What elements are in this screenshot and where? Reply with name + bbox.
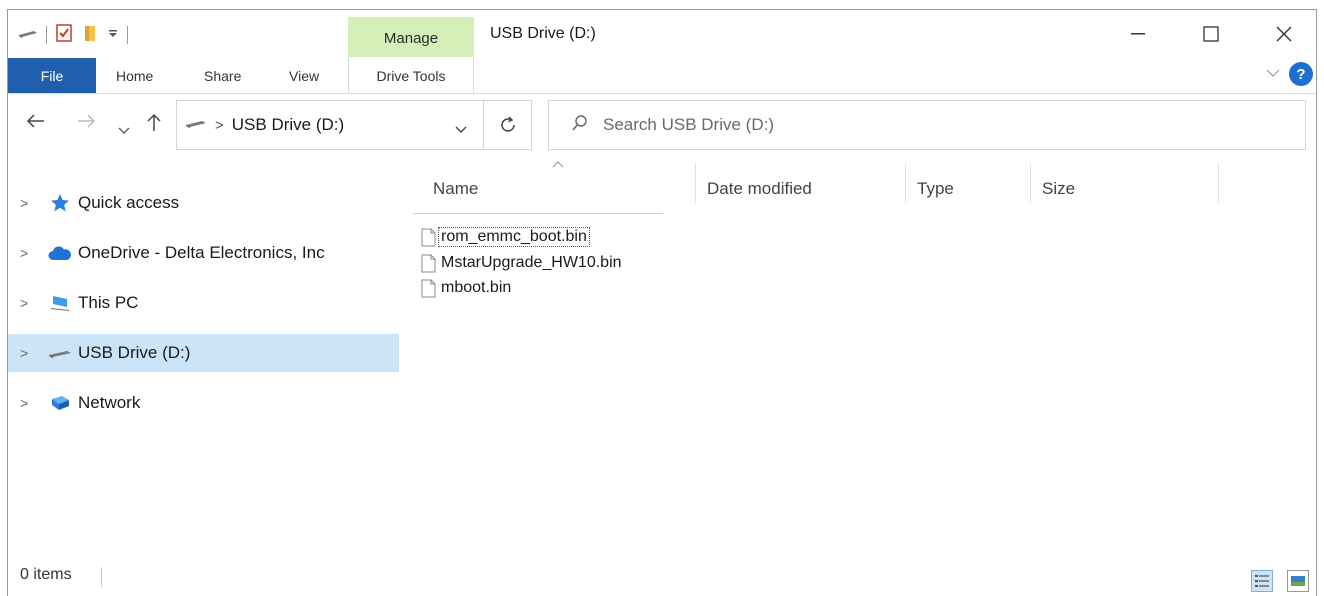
toolbar-divider <box>127 26 128 44</box>
cloud-icon <box>48 243 72 263</box>
large-icons-view-icon <box>1291 576 1305 586</box>
sidebar-item-label: Quick access <box>78 193 180 212</box>
customize-toolbar-icon[interactable] <box>107 26 119 44</box>
column-header-type[interactable]: Type <box>917 163 954 215</box>
sidebar-item-this-pc[interactable]: > This PC <box>8 284 399 322</box>
star-icon <box>48 193 72 213</box>
file-name: mboot.bin <box>441 279 512 296</box>
status-divider <box>101 567 102 587</box>
address-dropdown-icon[interactable] <box>455 121 467 139</box>
drive-icon <box>48 343 72 363</box>
column-header-date-modified[interactable]: Date modified <box>707 163 812 215</box>
network-icon <box>48 393 72 413</box>
sidebar-item-onedrive[interactable]: > OneDrive - Delta Electronics, Inc <box>8 234 399 272</box>
minimize-button[interactable] <box>1116 18 1160 50</box>
file-name: MstarUpgrade_HW10.bin <box>441 254 622 271</box>
tab-drive-tools[interactable]: Drive Tools <box>348 58 474 93</box>
sidebar-item-label: This PC <box>78 293 139 312</box>
sidebar-item-usb-drive[interactable]: > USB Drive (D:) <box>8 334 399 372</box>
column-divider[interactable] <box>695 163 696 203</box>
expand-chevron-icon[interactable]: > <box>20 395 38 411</box>
toolbar-divider <box>46 26 47 44</box>
breadcrumb[interactable]: USB Drive (D:) <box>232 115 344 135</box>
drive-icon <box>185 116 207 134</box>
sidebar-item-quick-access[interactable]: > Quick access <box>8 184 399 222</box>
tab-file[interactable]: File <box>8 58 96 93</box>
drive-icon[interactable] <box>18 26 38 44</box>
column-divider[interactable] <box>1030 163 1031 203</box>
tab-share[interactable]: Share <box>204 58 241 93</box>
properties-icon[interactable] <box>55 23 73 47</box>
sidebar-item-label: Network <box>78 393 141 412</box>
details-view-icon <box>1255 575 1269 587</box>
file-name: rom_emmc_boot.bin <box>438 227 590 247</box>
address-bar[interactable]: > USB Drive (D:) <box>176 100 484 150</box>
tab-view[interactable]: View <box>289 58 319 93</box>
file-row[interactable]: MstarUpgrade_HW10.bin <box>421 251 622 275</box>
sidebar-item-label: OneDrive - Delta Electronics, Inc <box>78 243 325 262</box>
window-title: USB Drive (D:) <box>490 25 596 42</box>
back-button[interactable] <box>26 112 46 135</box>
up-button[interactable] <box>146 112 162 138</box>
status-item-count: 0 items <box>20 566 72 583</box>
tab-manage[interactable]: Manage <box>348 17 474 57</box>
details-view-button[interactable] <box>1251 570 1273 592</box>
maximize-button[interactable] <box>1189 18 1233 50</box>
search-input[interactable]: Search USB Drive (D:) <box>603 115 774 135</box>
expand-chevron-icon[interactable]: > <box>20 295 38 311</box>
expand-chevron-icon[interactable]: > <box>20 345 38 361</box>
sidebar-item-network[interactable]: > Network <box>8 384 399 422</box>
file-icon <box>421 228 436 246</box>
column-divider[interactable] <box>1218 163 1219 203</box>
computer-icon <box>48 293 72 313</box>
search-box[interactable]: Search USB Drive (D:) <box>548 100 1306 150</box>
close-button[interactable] <box>1262 18 1306 50</box>
large-icons-view-button[interactable] <box>1287 570 1309 592</box>
column-header-size[interactable]: Size <box>1042 163 1075 215</box>
explorer-window: Manage USB Drive (D:) File Home Share Vi… <box>7 9 1317 596</box>
expand-chevron-icon[interactable]: > <box>20 245 38 261</box>
sort-ascending-icon <box>552 157 564 171</box>
quick-access-toolbar <box>18 23 128 47</box>
ribbon-expand-icon[interactable] <box>1266 64 1280 80</box>
recent-locations-button[interactable] <box>118 118 130 141</box>
tab-home[interactable]: Home <box>116 58 153 93</box>
sort-column-indicator <box>413 213 663 214</box>
sidebar-item-label: USB Drive (D:) <box>78 343 191 362</box>
column-header-name[interactable]: Name <box>433 163 478 215</box>
ribbon-tabs: File Home Share View Drive Tools ? <box>8 58 1316 94</box>
forward-button[interactable] <box>76 112 96 135</box>
file-list: Name Date modified Type Size rom_emmc_bo… <box>405 155 1316 575</box>
new-folder-icon[interactable] <box>81 24 99 47</box>
breadcrumb-separator[interactable]: > <box>215 117 224 134</box>
file-icon <box>421 279 436 297</box>
file-row[interactable]: mboot.bin <box>421 276 511 300</box>
refresh-button[interactable] <box>484 100 532 150</box>
column-divider[interactable] <box>905 163 906 203</box>
file-icon <box>421 254 436 272</box>
help-icon[interactable]: ? <box>1289 62 1313 86</box>
expand-chevron-icon[interactable]: > <box>20 195 38 211</box>
file-row[interactable]: rom_emmc_boot.bin <box>421 225 590 249</box>
search-icon <box>571 114 589 137</box>
